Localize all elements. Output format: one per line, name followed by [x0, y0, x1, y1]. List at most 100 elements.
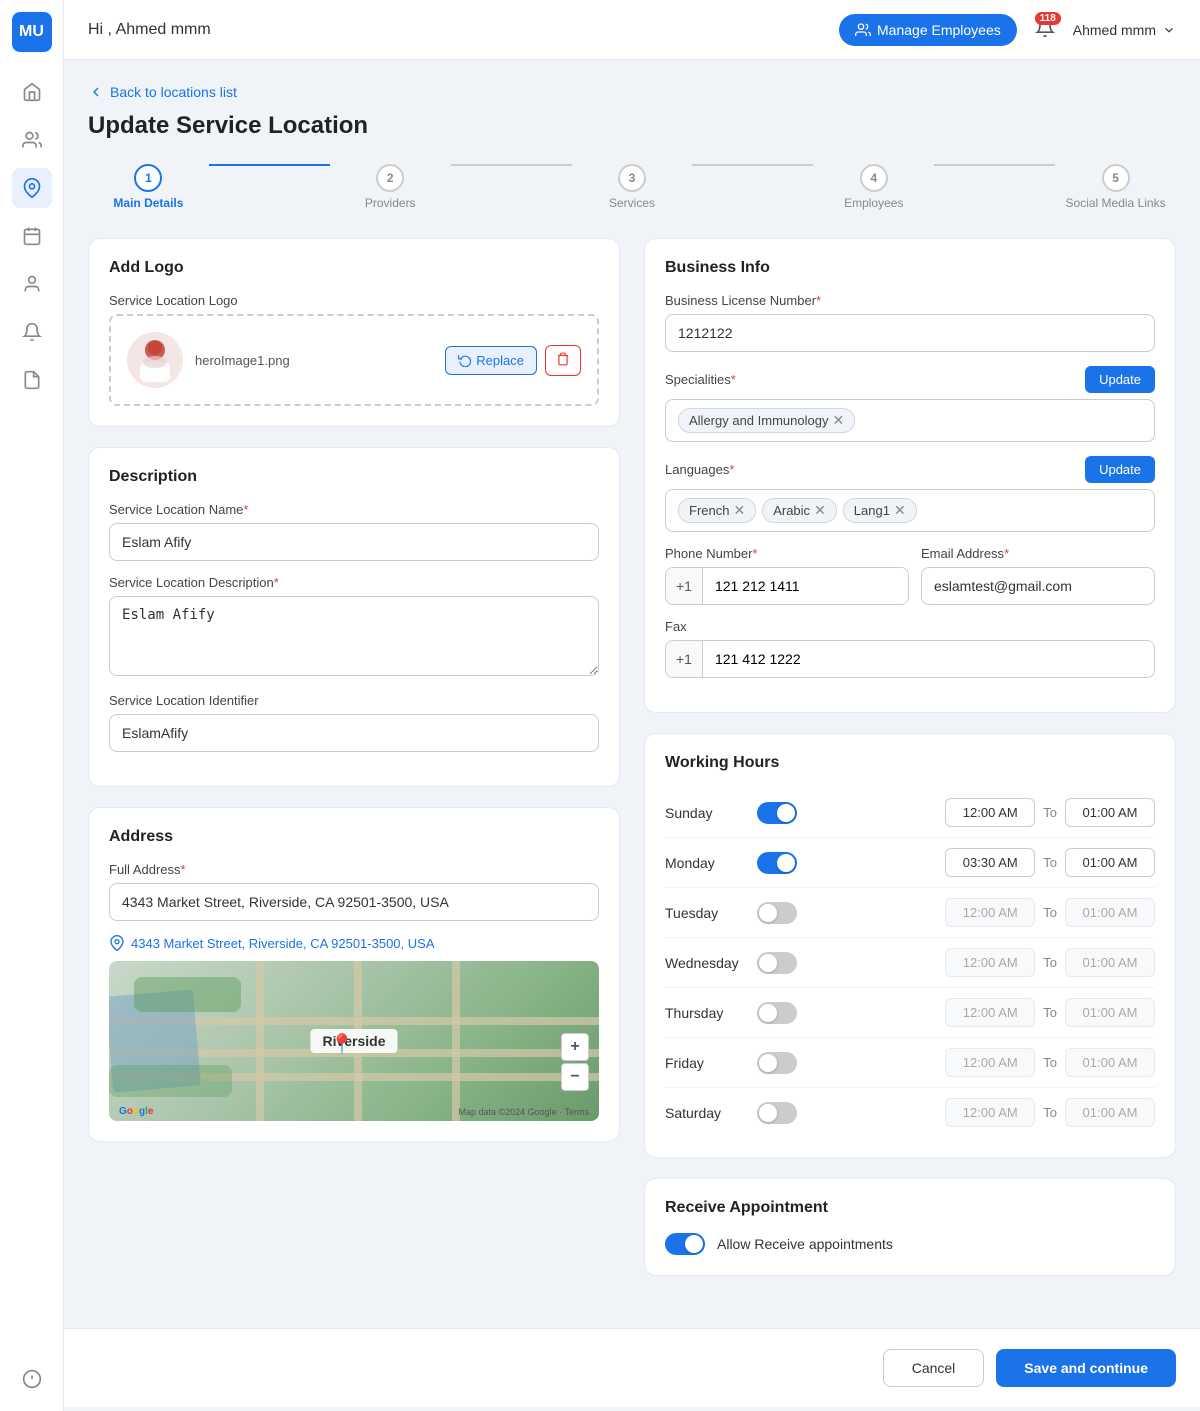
- languages-label: Languages*: [665, 462, 734, 477]
- toggle-saturday[interactable]: [757, 1102, 797, 1124]
- specialities-update-button[interactable]: Update: [1085, 366, 1155, 393]
- time-range-thursday: To: [945, 998, 1155, 1027]
- friday-end-input: [1065, 1048, 1155, 1077]
- working-hours-section: Working Hours Sunday To: [644, 733, 1176, 1158]
- monday-start-input[interactable]: [945, 848, 1035, 877]
- to-label-friday: To: [1043, 1055, 1057, 1070]
- connector-1-2: [209, 164, 330, 186]
- service-location-desc-input[interactable]: Eslam Afify: [109, 596, 599, 676]
- user-menu[interactable]: Ahmed mmm: [1073, 22, 1176, 38]
- languages-update-button[interactable]: Update: [1085, 456, 1155, 483]
- working-hours-title: Working Hours: [665, 754, 1155, 772]
- remove-speciality-tag[interactable]: ✕: [832, 412, 844, 429]
- to-label-sunday: To: [1043, 805, 1057, 820]
- sidebar-item-location[interactable]: [12, 168, 52, 208]
- map-zoom-in-button[interactable]: +: [561, 1033, 589, 1061]
- replace-icon: [458, 353, 472, 367]
- step-4-label: Employees: [844, 196, 903, 210]
- hours-row-friday: Friday To: [665, 1038, 1155, 1088]
- map-copyright: Map data ©2024 Google · Terms: [458, 1107, 589, 1117]
- hours-row-sunday: Sunday To: [665, 788, 1155, 838]
- header: Hi , Ahmed mmm Manage Employees 118 Ahme…: [64, 0, 1200, 60]
- time-range-tuesday: To: [945, 898, 1155, 927]
- specialities-field-group: Specialities* Update Allergy and Immunol…: [665, 366, 1155, 442]
- step-1: 1 Main Details: [88, 164, 209, 210]
- toggle-wednesday[interactable]: [757, 952, 797, 974]
- notification-wrapper: 118: [1029, 12, 1061, 47]
- day-saturday: Saturday: [665, 1105, 745, 1121]
- language-tag-french: French ✕: [678, 498, 756, 523]
- toggle-tuesday[interactable]: [757, 902, 797, 924]
- hours-row-tuesday: Tuesday To: [665, 888, 1155, 938]
- map-pin: 📍: [330, 1032, 355, 1057]
- receive-appointment-row: Allow Receive appointments: [665, 1233, 1155, 1255]
- thursday-start-input: [945, 998, 1035, 1027]
- toggle-sunday[interactable]: [757, 802, 797, 824]
- sunday-start-input[interactable]: [945, 798, 1035, 827]
- step-1-label: Main Details: [113, 196, 183, 210]
- remove-lang1-tag[interactable]: ✕: [894, 502, 906, 519]
- desc-label: Service Location Description*: [109, 575, 599, 590]
- page-title: Update Service Location: [88, 112, 1176, 140]
- sidebar-item-person[interactable]: [12, 264, 52, 304]
- sidebar-item-document[interactable]: [12, 360, 52, 400]
- back-link[interactable]: Back to locations list: [88, 84, 1176, 100]
- phone-input[interactable]: [703, 568, 908, 604]
- step-3-circle: 3: [618, 164, 646, 192]
- toggle-receive-appointments[interactable]: [665, 1233, 705, 1255]
- trash-icon: [556, 352, 570, 366]
- phone-field-group: Phone Number* +1: [665, 546, 909, 605]
- service-location-identifier-input[interactable]: [109, 714, 599, 752]
- time-range-wednesday: To: [945, 948, 1155, 977]
- save-continue-button[interactable]: Save and continue: [996, 1349, 1176, 1387]
- step-2: 2 Providers: [330, 164, 451, 210]
- sidebar-item-users[interactable]: [12, 120, 52, 160]
- toggle-friday[interactable]: [757, 1052, 797, 1074]
- hours-row-monday: Monday To: [665, 838, 1155, 888]
- business-info-section: Business Info Business License Number*: [644, 238, 1176, 713]
- replace-button[interactable]: Replace: [445, 346, 537, 375]
- fax-input[interactable]: [703, 641, 1154, 677]
- full-address-input[interactable]: [109, 883, 599, 921]
- toggle-monday[interactable]: [757, 852, 797, 874]
- remove-french-tag[interactable]: ✕: [733, 502, 745, 519]
- address-title: Address: [109, 828, 599, 846]
- logo-avatar: [127, 332, 183, 388]
- day-wednesday: Wednesday: [665, 955, 745, 971]
- map-controls: + −: [561, 1033, 589, 1091]
- logo-upload-area[interactable]: heroImage1.png Replace: [109, 314, 599, 406]
- cancel-button[interactable]: Cancel: [883, 1349, 985, 1387]
- toggle-thursday[interactable]: [757, 1002, 797, 1024]
- step-2-label: Providers: [365, 196, 416, 210]
- sidebar-item-bell[interactable]: [12, 312, 52, 352]
- email-input[interactable]: [921, 567, 1155, 605]
- description-title: Description: [109, 468, 599, 486]
- languages-header: Languages* Update: [665, 456, 1155, 483]
- back-arrow-icon: [88, 84, 104, 100]
- phone-email-row: Phone Number* +1 Email Address*: [665, 546, 1155, 619]
- user-name: Ahmed mmm: [1073, 22, 1156, 38]
- avatar-person-icon: [135, 336, 175, 384]
- sunday-end-input[interactable]: [1065, 798, 1155, 827]
- sidebar-item-home[interactable]: [12, 72, 52, 112]
- license-field-group: Business License Number*: [665, 293, 1155, 352]
- connector-4-5: [934, 164, 1055, 186]
- map-address-row: 4343 Market Street, Riverside, CA 92501-…: [109, 935, 599, 951]
- map-zoom-out-button[interactable]: −: [561, 1063, 589, 1091]
- time-range-saturday: To: [945, 1098, 1155, 1127]
- day-sunday: Sunday: [665, 805, 745, 821]
- remove-arabic-tag[interactable]: ✕: [814, 502, 826, 519]
- service-location-name-input[interactable]: [109, 523, 599, 561]
- license-label: Business License Number*: [665, 293, 1155, 308]
- sidebar-item-calendar[interactable]: [12, 216, 52, 256]
- time-range-friday: To: [945, 1048, 1155, 1077]
- address-section: Address Full Address* 4343 Market Street…: [88, 807, 620, 1142]
- license-input[interactable]: [665, 314, 1155, 352]
- monday-end-input[interactable]: [1065, 848, 1155, 877]
- map-area[interactable]: Riverside 📍 Google Map data ©2: [109, 961, 599, 1121]
- delete-logo-button[interactable]: [545, 345, 581, 376]
- hours-row-wednesday: Wednesday To: [665, 938, 1155, 988]
- manage-employees-button[interactable]: Manage Employees: [839, 14, 1017, 46]
- sidebar-item-settings[interactable]: [12, 1359, 52, 1399]
- hours-row-thursday: Thursday To: [665, 988, 1155, 1038]
